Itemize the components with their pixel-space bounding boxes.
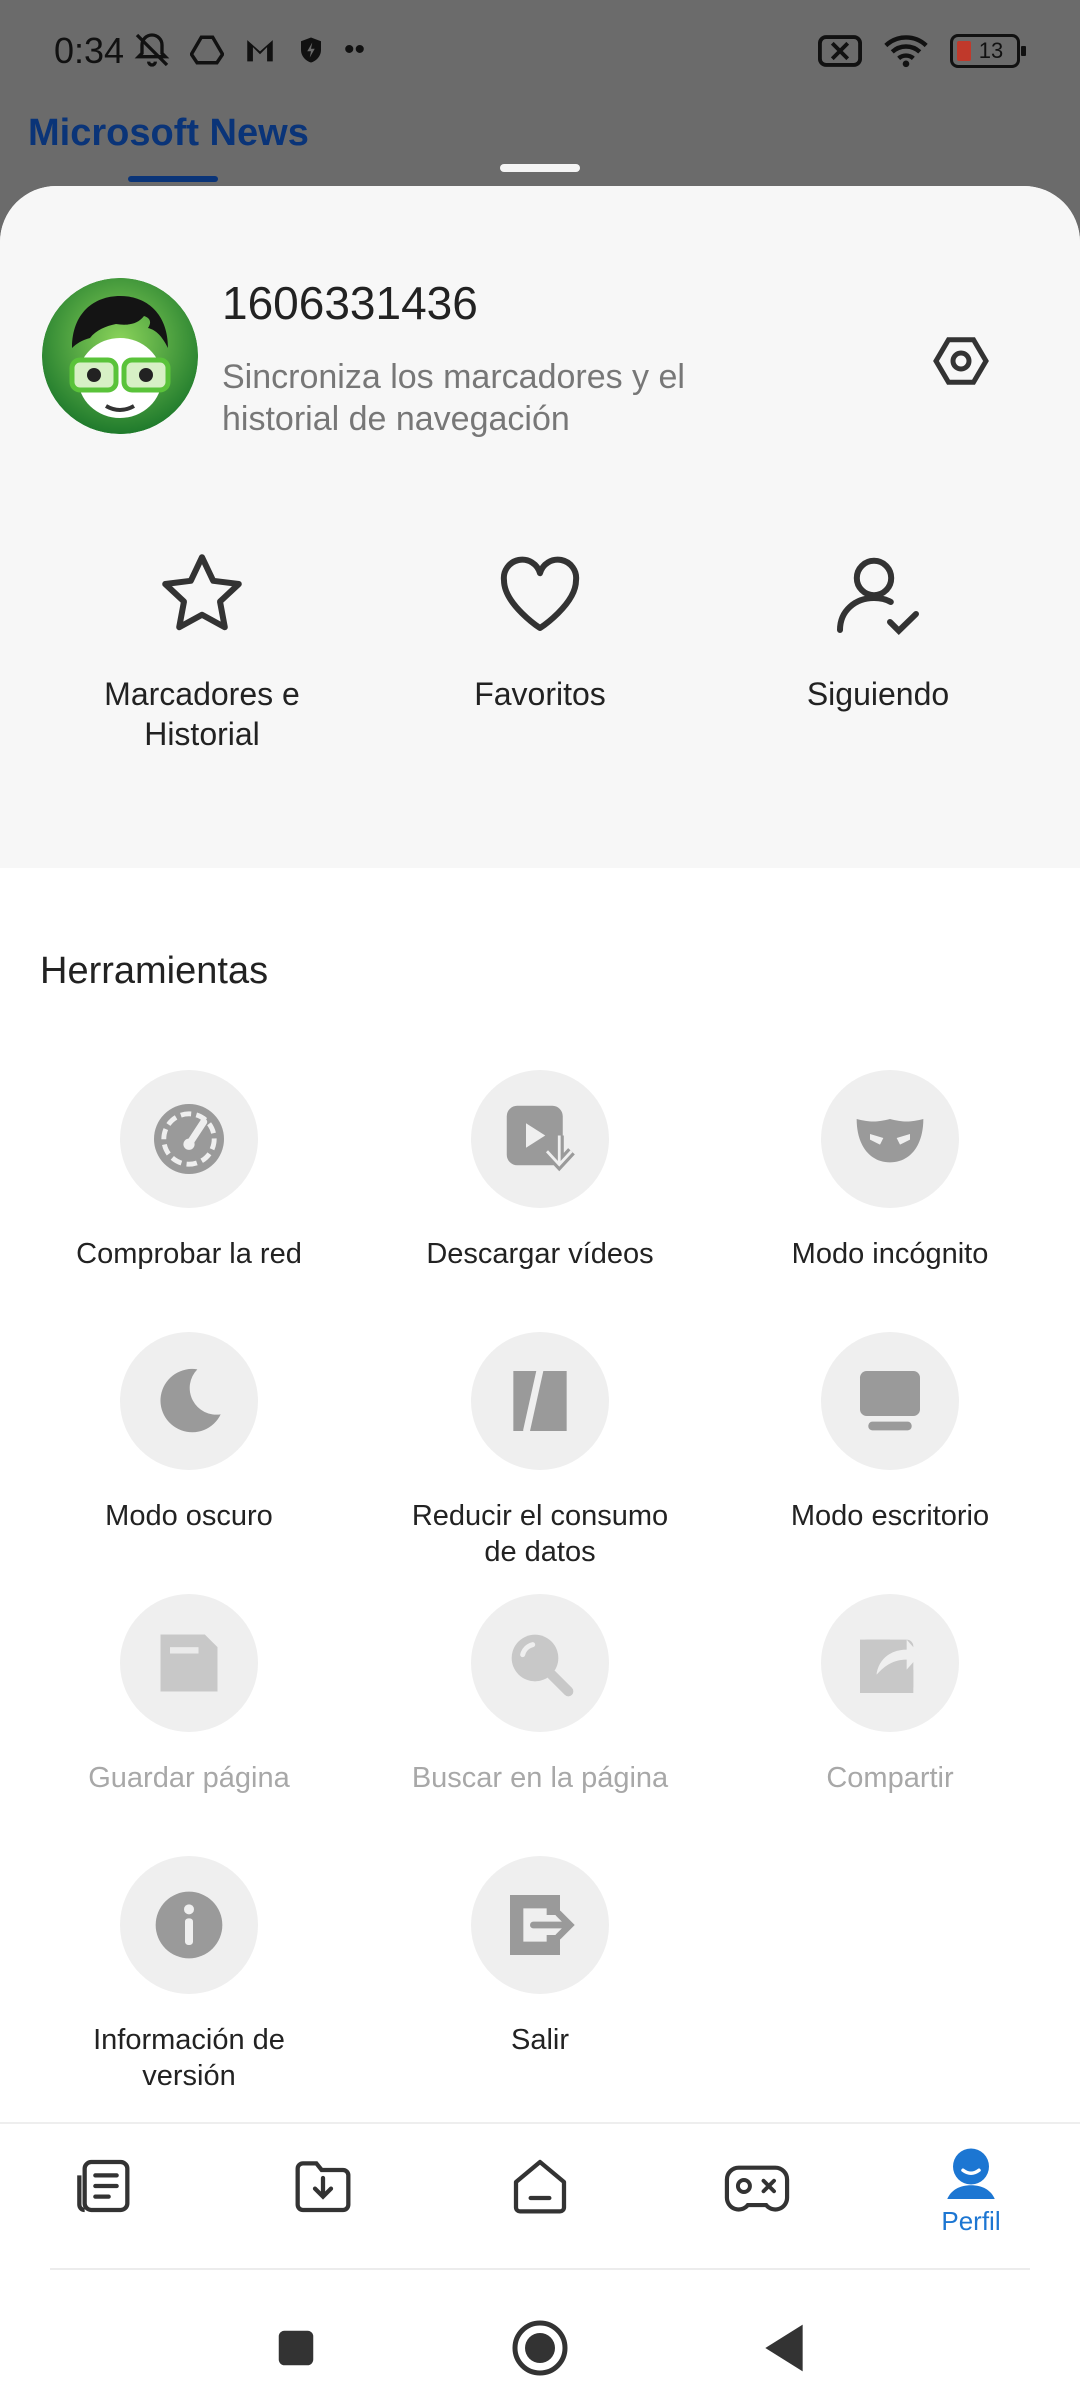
- favorites-label: Favoritos: [474, 676, 606, 712]
- save-page-label: Guardar página: [88, 1762, 290, 1794]
- check-network-label: Comprobar la red: [76, 1238, 302, 1270]
- save-page-button[interactable]: Guardar página: [19, 1594, 359, 1796]
- exit-button[interactable]: Salir: [370, 1856, 710, 2058]
- nav-games[interactable]: [697, 2154, 817, 2254]
- following-label: Siguiendo: [806, 676, 950, 712]
- user-id[interactable]: 1606331436: [222, 276, 478, 330]
- status-time: 0:34: [54, 30, 125, 71]
- dark-mode-button[interactable]: Modo oscuro: [19, 1332, 359, 1534]
- find-in-page-label: Buscar en la página: [411, 1762, 669, 1794]
- drive-icon: [190, 35, 224, 65]
- nav-news[interactable]: [46, 2154, 166, 2254]
- sync-description[interactable]: Sincroniza los marcadores y el historial…: [222, 356, 782, 440]
- share-label: Compartir: [826, 1762, 954, 1794]
- games-icon: [724, 2165, 790, 2212]
- system-home-icon: [512, 2320, 568, 2376]
- data-saver-label: Reducir el consumo de datos: [411, 1500, 669, 1568]
- status-bar: 0:34 •• 13: [0, 0, 1080, 110]
- nav-home[interactable]: [480, 2154, 600, 2254]
- incognito-mode-label: Modo incógnito: [791, 1238, 989, 1270]
- version-info-button[interactable]: Información de versión: [19, 1856, 359, 2094]
- home-icon: [513, 2159, 567, 2214]
- background-app-title: Microsoft News: [28, 112, 309, 154]
- back-button[interactable]: [752, 2316, 816, 2380]
- battery-level: 13: [978, 38, 1004, 63]
- downloads-folder-icon: [295, 2161, 351, 2213]
- desktop-mode-button[interactable]: Modo escritorio: [720, 1332, 1060, 1534]
- recents-button[interactable]: [264, 2316, 328, 2380]
- nav-downloads[interactable]: [263, 2154, 383, 2254]
- nav-divider: [50, 2268, 1030, 2270]
- favorites-button[interactable]: Favoritos: [370, 546, 710, 714]
- tools-section-title: Herramientas: [40, 950, 269, 992]
- share-icon: [860, 1639, 920, 1693]
- nav-profile-label: Perfil: [941, 2206, 1001, 2236]
- data-saver-button[interactable]: Reducir el consumo de datos: [370, 1332, 710, 1570]
- user-check-icon: [837, 557, 919, 636]
- profile-section: 1606331436 Sincroniza los marcadores y e…: [0, 186, 1080, 868]
- recents-icon: [278, 2330, 314, 2366]
- no-sim-icon: [818, 35, 862, 67]
- sheet-drag-handle[interactable]: [500, 164, 580, 172]
- bottom-navigation: Perfil: [0, 2122, 1080, 2272]
- shield-icon: [301, 37, 321, 63]
- save-icon: [160, 1634, 218, 1692]
- profile-icon: [947, 2148, 995, 2199]
- bookmarks-history-label: Marcadores e Historial: [104, 676, 300, 752]
- find-in-page-button[interactable]: Buscar en la página: [370, 1594, 710, 1796]
- moon-icon: [160, 1368, 221, 1433]
- home-button[interactable]: [508, 2316, 572, 2380]
- video-download-icon: [506, 1105, 575, 1172]
- settings-button[interactable]: [920, 320, 1002, 402]
- exit-label: Salir: [510, 2024, 569, 2056]
- gear-icon: [933, 337, 989, 385]
- check-network-button[interactable]: Comprobar la red: [19, 1070, 359, 1272]
- profile-sheet: 1606331436 Sincroniza los marcadores y e…: [0, 186, 1080, 2400]
- desktop-mode-label: Modo escritorio: [790, 1500, 990, 1532]
- following-button[interactable]: Siguiendo: [708, 546, 1048, 714]
- heart-icon: [500, 556, 580, 631]
- info-icon: [155, 1891, 223, 1959]
- exit-icon: [510, 1895, 575, 1955]
- back-icon: [765, 2324, 803, 2372]
- battery-icon: 13: [950, 34, 1026, 68]
- mute-notifications-icon: [134, 33, 170, 67]
- bookmarks-history-button[interactable]: Marcadores e Historial: [32, 546, 372, 754]
- incognito-mode-button[interactable]: Modo incógnito: [720, 1070, 1060, 1272]
- news-icon: [77, 2159, 130, 2213]
- search-icon: [511, 1634, 574, 1697]
- share-button[interactable]: Compartir: [720, 1594, 1060, 1796]
- more-notifications-icon: ••: [344, 33, 366, 66]
- avatar[interactable]: [42, 278, 198, 434]
- dark-mode-label: Modo oscuro: [105, 1500, 273, 1532]
- star-icon: [162, 554, 242, 631]
- gmail-icon: [247, 40, 273, 62]
- desktop-icon: [860, 1371, 920, 1431]
- background-tab-indicator: [128, 176, 218, 182]
- version-info-label: Información de versión: [93, 2024, 285, 2092]
- nav-profile[interactable]: Perfil: [911, 2144, 1031, 2244]
- speedometer-icon: [154, 1104, 224, 1174]
- system-navigation: [0, 2286, 1080, 2400]
- data-saver-icon: [513, 1370, 567, 1432]
- wifi-icon: [884, 35, 928, 68]
- mask-icon: [856, 1119, 924, 1163]
- download-videos-label: Descargar vídeos: [426, 1238, 654, 1270]
- download-videos-button[interactable]: Descargar vídeos: [370, 1070, 710, 1272]
